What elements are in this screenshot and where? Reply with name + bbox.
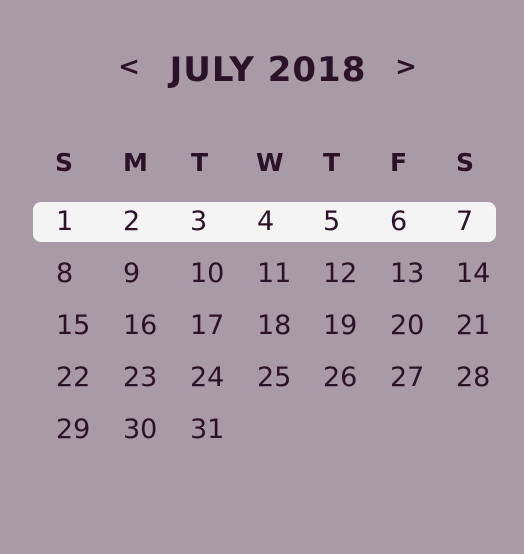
weekday-friday: F [390,148,408,177]
prev-month-button[interactable]: < [114,52,144,82]
day-cell[interactable]: 16 [123,306,157,346]
day-cell[interactable]: 26 [323,358,357,398]
weekday-header-row: S M T W T F S [0,146,524,180]
day-cell[interactable]: 20 [390,306,424,346]
day-cell[interactable]: 10 [190,254,224,294]
day-cell[interactable]: 18 [257,306,291,346]
day-cell[interactable]: 14 [456,254,490,294]
week-row-5: 29 30 31 [0,410,524,450]
day-cell[interactable]: 13 [390,254,424,294]
week-row-4: 22 23 24 25 26 27 28 [0,358,524,398]
day-cell[interactable]: 6 [390,202,407,242]
weekday-monday: M [123,148,148,177]
day-cell[interactable]: 15 [56,306,90,346]
day-cell[interactable]: 7 [456,202,473,242]
week-row-1: 1 2 3 4 5 6 7 [0,202,524,242]
week-row-3: 15 16 17 18 19 20 21 [0,306,524,346]
day-cell[interactable]: 19 [323,306,357,346]
day-cell[interactable]: 28 [456,358,490,398]
calendar-header: < JULY 2018 > [0,40,524,100]
month-year-title: JULY 2018 [169,50,367,90]
weekday-wednesday: W [256,148,284,177]
day-cell[interactable]: 4 [257,202,274,242]
day-cell[interactable]: 5 [323,202,340,242]
day-cell[interactable]: 9 [123,254,140,294]
day-cell[interactable]: 31 [190,410,224,450]
day-cell[interactable]: 11 [257,254,291,294]
day-cell[interactable]: 29 [56,410,90,450]
weekday-thursday: T [323,148,341,177]
day-cell[interactable]: 2 [123,202,140,242]
day-cell[interactable]: 23 [123,358,157,398]
day-cell[interactable]: 17 [190,306,224,346]
next-month-button[interactable]: > [391,52,421,82]
day-cell[interactable]: 8 [56,254,73,294]
weekday-sunday: S [55,148,74,177]
weekday-saturday: S [456,148,475,177]
day-cell[interactable]: 12 [323,254,357,294]
day-cell[interactable]: 25 [257,358,291,398]
week-row-2: 8 9 10 11 12 13 14 [0,254,524,294]
day-cell[interactable]: 22 [56,358,90,398]
day-cell[interactable]: 27 [390,358,424,398]
day-cell[interactable]: 21 [456,306,490,346]
day-cell[interactable]: 1 [56,202,73,242]
weekday-tuesday: T [191,148,209,177]
day-cell[interactable]: 3 [190,202,207,242]
day-cell[interactable]: 30 [123,410,157,450]
day-cell[interactable]: 24 [190,358,224,398]
